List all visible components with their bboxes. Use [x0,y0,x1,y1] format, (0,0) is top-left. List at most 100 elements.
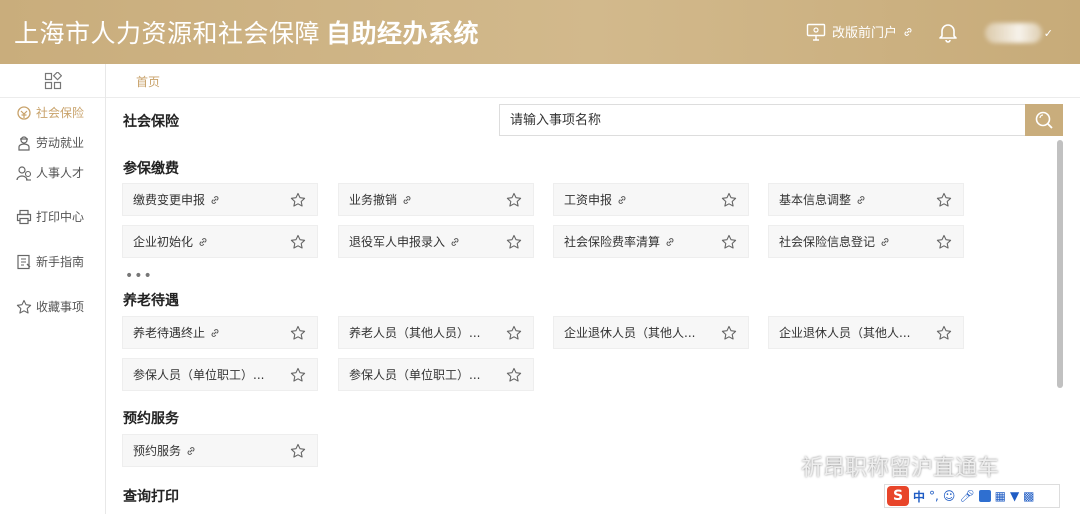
breadcrumb-home[interactable]: 首页 [136,73,160,90]
app-title-main: 上海市人力资源和社会保障 [14,19,321,48]
service-card[interactable]: 业务撤销 [338,183,534,216]
app-title-sub: 自助经办系统 [326,19,480,48]
service-label: 养老待遇终止 [133,326,206,340]
sidebar-item-label: 社会保险 [36,106,85,120]
worker-icon [18,135,30,151]
service-label: 企业退休人员（其他人... [564,326,696,340]
service-card[interactable]: 缴费变更申报 [122,183,318,216]
emoji-icon[interactable]: ☺ [943,489,956,503]
sidebar-item-social-insurance[interactable]: 社会保险 [16,104,84,121]
service-label: 养老人员（其他人员）... [349,326,481,340]
link-icon [618,195,626,204]
favorite-star-icon[interactable] [936,192,952,208]
service-label: 企业初始化 [133,235,194,249]
ime-logo-icon[interactable]: S [887,486,909,506]
service-card[interactable]: 社会保险费率清算 [553,225,749,258]
sidebar-item-label: 新手指南 [36,255,85,269]
service-label: 参保人员（单位职工）... [133,368,265,382]
keyboard-icon[interactable] [978,490,991,502]
favorite-star-icon[interactable] [721,325,737,341]
favorite-star-icon[interactable] [936,234,952,250]
grid-icon[interactable]: ▩ [1023,489,1034,503]
favorite-star-icon[interactable] [506,325,522,341]
service-card[interactable]: 退役军人申报录入 [338,225,534,258]
service-card[interactable]: 参保人员（单位职工）... [338,358,534,391]
sidebar-item-label: 收藏事项 [36,300,85,314]
scrollbar[interactable] [1057,140,1063,388]
microphone-icon[interactable]: 🎤︎ [959,489,974,503]
service-card[interactable]: 参保人员（单位职工）... [122,358,318,391]
favorite-star-icon[interactable] [721,234,737,250]
sidebar-item-hr-talent[interactable]: 人事人才 [16,164,84,181]
sidebar-item-employment[interactable]: 劳动就业 [16,134,84,151]
watermark-text: 祈昂职称留沪直通车 [801,456,1000,481]
service-label: 预约服务 [133,444,182,458]
service-card[interactable]: 企业退休人员（其他人... [768,316,964,349]
app-title: 上海市人力资源和社会保障 自助经办系统 [14,14,479,50]
service-card[interactable]: 养老人员（其他人员）... [338,316,534,349]
link-icon [666,237,674,246]
link-icon [187,446,195,455]
search-button[interactable] [1025,104,1063,136]
sidebar-item-favorites[interactable]: 收藏事项 [16,298,84,315]
sidebar-item-print-center[interactable]: 打印中心 [16,208,84,225]
service-label: 社会保险费率清算 [564,235,661,249]
sidebar [0,64,106,514]
wechat-icon [757,453,791,479]
link-icon [211,195,219,204]
service-card[interactable]: 工资申报 [553,183,749,216]
category-title-appointment: 预约服务 [123,411,179,427]
printer-icon [16,209,32,224]
service-label: 工资申报 [564,193,613,207]
link-icon [857,195,865,204]
watermark: 祈昂职称留沪直通车 [755,450,999,482]
service-label: 企业退休人员（其他人... [779,326,911,340]
favorite-star-icon[interactable] [290,234,306,250]
link-icon [199,237,207,246]
favorite-star-icon[interactable] [936,325,952,341]
coins-icon [17,105,31,120]
avatar [985,23,1042,43]
service-card[interactable]: 企业初始化 [122,225,318,258]
service-label: 业务撤销 [349,193,398,207]
category-title-query-print: 查询打印 [123,489,179,505]
old-portal-label: 改版前门户 [832,26,898,41]
old-portal-link[interactable]: 改版前门户 [806,22,913,41]
service-card[interactable]: 社会保险信息登记 [768,225,964,258]
sidebar-item-label: 打印中心 [36,210,85,224]
service-card[interactable]: 基本信息调整 [768,183,964,216]
service-label: 退役军人申报录入 [349,235,446,249]
guide-icon [17,254,31,269]
service-label: 基本信息调整 [779,193,852,207]
user-menu[interactable]: ✓ [985,21,1053,45]
sidebar-item-beginner-guide[interactable]: 新手指南 [16,253,84,270]
category-title-pension: 养老待遇 [123,293,179,309]
notification-bell-icon[interactable] [936,20,960,48]
punctuation-icon[interactable]: °, [929,489,939,503]
more-button[interactable]: ••• [125,268,153,284]
service-card[interactable]: 企业退休人员（其他人... [553,316,749,349]
service-label: 缴费变更申报 [133,193,206,207]
service-card[interactable]: 养老待遇终止 [122,316,318,349]
sidebar-item-label: 劳动就业 [36,136,85,150]
search-input[interactable] [500,105,1026,135]
service-card[interactable]: 预约服务 [122,434,318,467]
sidebar-item-label: 人事人才 [36,166,85,180]
favorite-star-icon[interactable] [506,192,522,208]
favorite-star-icon[interactable] [290,325,306,341]
favorite-star-icon[interactable] [506,367,522,383]
star-icon [16,299,32,314]
favorite-star-icon[interactable] [290,192,306,208]
link-icon [451,237,459,246]
top-header: 上海市人力资源和社会保障 自助经办系统 改版前门户 ✓ [0,0,1080,64]
ime-mode[interactable]: 中 [913,488,925,505]
link-icon [403,195,411,204]
favorite-star-icon[interactable] [290,367,306,383]
favorite-star-icon[interactable] [721,192,737,208]
service-label: 参保人员（单位职工）... [349,368,481,382]
sidebar-toggle[interactable] [0,64,105,98]
favorite-star-icon[interactable] [506,234,522,250]
skin-icon[interactable]: ▼ [1010,489,1019,503]
toolbox-icon[interactable]: ▦ [995,489,1006,503]
favorite-star-icon[interactable] [290,443,306,459]
